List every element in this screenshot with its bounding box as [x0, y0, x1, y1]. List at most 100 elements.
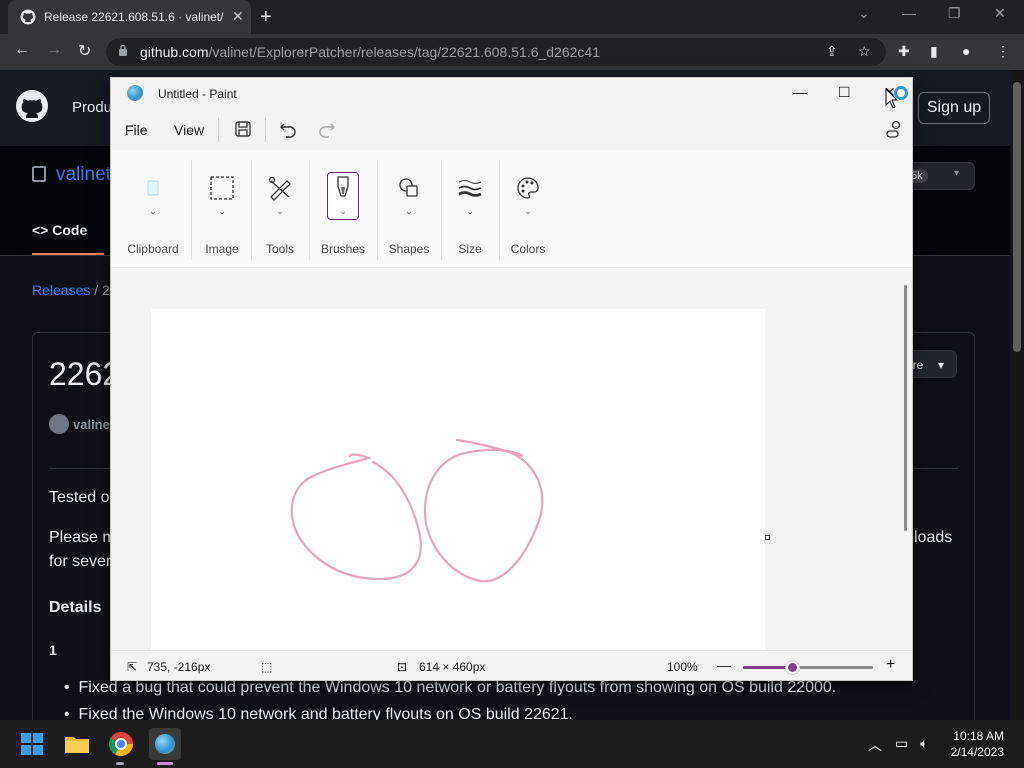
clock-time: 10:18 AM — [953, 729, 1004, 743]
tools-chevron-down-icon: ⌄ — [276, 206, 284, 216]
canvas-resize-handle[interactable] — [765, 535, 770, 540]
ribbon-divider — [309, 160, 310, 260]
paint-ribbon: ⌄ Clipboard ⌄ Image ⌄ Tools ⌄ Brushes ⌄ … — [111, 150, 912, 268]
account-icon[interactable] — [883, 118, 905, 140]
bookmark-star-icon[interactable]: ☆ — [858, 43, 871, 60]
sign-up-button[interactable]: Sign up — [918, 92, 990, 124]
menu-file[interactable]: File — [125, 122, 148, 138]
github-product-menu[interactable]: Produ — [72, 99, 112, 116]
paint-window-title: Untitled - Paint — [158, 87, 237, 101]
github-logo-icon[interactable] — [16, 90, 48, 122]
group-brushes[interactable]: ⌄ Brushes — [311, 150, 375, 268]
ribbon-divider — [377, 160, 378, 260]
chrome-chevron-down-icon[interactable]: ⌄ — [858, 5, 870, 22]
group-shapes[interactable]: ⌄ Shapes — [379, 150, 439, 268]
brushes-chevron-down-icon: ⌄ — [339, 206, 347, 216]
star-dropdown-icon[interactable]: ▾ — [954, 168, 959, 179]
release-author[interactable]: valinet — [73, 417, 114, 432]
zoom-in-icon[interactable]: + — [886, 656, 895, 674]
tools-icon — [268, 176, 291, 201]
zoom-out-icon[interactable]: — — [717, 657, 731, 673]
canvas-area[interactable] — [111, 269, 901, 650]
menu-view[interactable]: View — [174, 122, 204, 138]
network-icon[interactable]: ▭ — [895, 735, 908, 752]
group-size[interactable]: ⌄ Size — [443, 150, 497, 268]
paint-maximize-icon[interactable]: ☐ — [838, 84, 851, 101]
breadcrumb: Releases / 22 — [32, 282, 118, 298]
share-icon[interactable]: ⇪ — [826, 43, 838, 60]
size-chevron-down-icon: ⌄ — [466, 206, 474, 216]
page-scrollbar-thumb[interactable] — [1013, 82, 1021, 352]
canvas-vertical-scrollbar[interactable] — [901, 269, 912, 650]
tab-code[interactable]: <> Code — [32, 222, 87, 238]
canvas-size-icon: ⊡ — [397, 660, 408, 674]
brush-icon — [337, 176, 349, 197]
paint-titlebar[interactable]: Untitled - Paint — ☐ ✕ — [111, 78, 912, 110]
ribbon-divider — [251, 160, 252, 260]
repo-name-link[interactable]: valinet — [56, 164, 111, 186]
canvas-scrollbar-thumb[interactable] — [904, 285, 907, 531]
paint-window: Untitled - Paint — ☐ ✕ File View ⌄ Clipb… — [110, 77, 913, 681]
reload-icon[interactable]: ↻ — [78, 41, 91, 61]
group-label: Clipboard — [127, 242, 179, 256]
clipboard-chevron-down-icon: ⌄ — [149, 206, 157, 216]
group-clipboard[interactable]: ⌄ Clipboard — [119, 150, 187, 268]
paint-taskbar-icon — [155, 734, 175, 754]
redo-icon[interactable] — [316, 118, 338, 140]
extensions-icon[interactable]: ✚ — [898, 43, 910, 60]
paint-minimize-icon[interactable]: — — [793, 84, 807, 100]
taskbar: ︿ ▭ 🔈︎ 10:18 AM 2/14/2023 — [0, 720, 1024, 768]
back-icon[interactable]: ← — [14, 41, 30, 59]
paint-app-icon — [127, 85, 143, 101]
chrome-running-indicator — [116, 762, 124, 765]
zoom-level: 100% — [667, 660, 698, 674]
save-icon[interactable] — [232, 118, 254, 140]
chrome-menu-icon[interactable]: ⋮ — [996, 43, 1010, 60]
menu-separator — [265, 118, 266, 142]
file-explorer-icon[interactable] — [61, 728, 93, 760]
zoom-slider[interactable] — [743, 661, 873, 674]
chrome-close-icon[interactable]: ✕ — [994, 5, 1006, 22]
browser-tab[interactable]: Release 22621.608.51.6 · valinet/Explore… — [8, 0, 251, 34]
palette-icon — [517, 177, 539, 199]
group-tools[interactable]: ⌄ Tools — [253, 150, 307, 268]
drawing-strokes — [290, 438, 544, 583]
chrome-restore-icon[interactable]: ❐ — [948, 5, 961, 22]
side-panel-icon[interactable]: ▮ — [930, 43, 938, 60]
drawing-canvas[interactable] — [151, 309, 765, 650]
page-scrollbar[interactable] — [1010, 70, 1024, 720]
repo-icon — [32, 166, 46, 182]
ribbon-divider — [499, 160, 500, 260]
cursor-position-icon: ⇱ — [127, 660, 138, 674]
stroke-size-icon — [458, 180, 482, 197]
zoom-slider-thumb[interactable] — [786, 661, 800, 674]
group-colors[interactable]: ⌄ Colors — [501, 150, 555, 268]
undo-icon[interactable] — [277, 118, 299, 140]
group-label: Brushes — [320, 242, 366, 256]
tab-close-icon[interactable]: ✕ — [232, 8, 244, 25]
details-heading[interactable]: Details — [49, 599, 101, 617]
more-chevron-icon: ▾ — [938, 358, 945, 372]
windows-start-icon[interactable] — [16, 728, 48, 760]
zoom-slider-fill — [743, 666, 793, 669]
tested-text: Tested o — [49, 489, 110, 506]
paint-taskbar-button[interactable] — [149, 728, 181, 760]
address-bar[interactable]: github.com/valinet/ExplorerPatcher/relea… — [106, 38, 886, 66]
new-tab-icon[interactable]: + — [260, 6, 272, 29]
tray-chevron-up-icon[interactable]: ︿ — [868, 735, 882, 755]
please-text-end: loads — [914, 529, 953, 546]
taskbar-clock[interactable]: 10:18 AM 2/14/2023 — [944, 728, 1004, 760]
avatar[interactable] — [49, 414, 69, 434]
canvas-size: 614 × 460px — [419, 660, 486, 674]
forward-icon[interactable]: → — [46, 41, 62, 59]
paint-active-indicator — [157, 762, 173, 765]
right-circle-stroke — [423, 438, 544, 583]
clock-date: 2/14/2023 — [950, 745, 1004, 759]
chrome-minimize-icon[interactable]: — — [902, 5, 916, 21]
breadcrumb-releases-link[interactable]: Releases — [32, 282, 90, 298]
group-image[interactable]: ⌄ Image — [193, 150, 251, 268]
chrome-icon[interactable] — [105, 728, 137, 760]
list-item: • Fixed a bug that could prevent the Win… — [64, 679, 837, 696]
volume-icon[interactable]: 🔈︎ — [920, 735, 928, 752]
profile-icon[interactable]: ● — [962, 43, 970, 59]
